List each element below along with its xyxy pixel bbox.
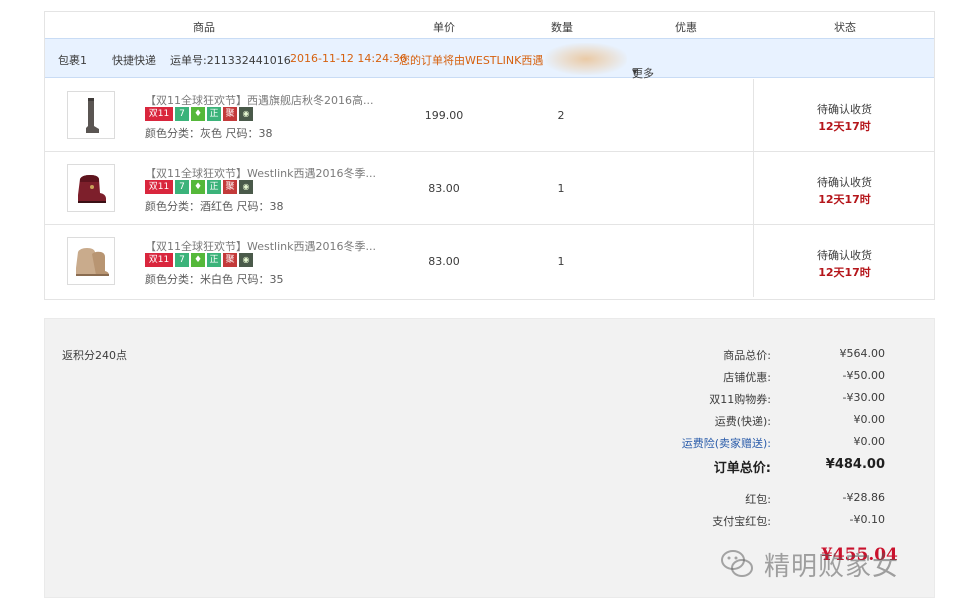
product-image-tall-gray-boot[interactable]	[67, 91, 115, 139]
package-name: 包裹1	[58, 54, 87, 67]
summary-label: 双11购物券:	[709, 393, 771, 406]
summary-row-shipping: 运费(快递): ¥0.00	[605, 413, 885, 429]
summary-label: 订单总价:	[713, 461, 771, 476]
double11-tag: 双11	[145, 253, 173, 267]
summary-row-goods-total: 商品总价: ¥564.00	[605, 347, 885, 363]
summary-row-red-packet: 红包: -¥28.86	[605, 491, 885, 507]
wechat-icon	[721, 550, 753, 577]
quantity: 2	[557, 109, 565, 122]
table-row: 【双11全球狂欢节】西遇旗舰店秋冬2016高... 双11 7 ♦ 正 聚 ◉ …	[45, 79, 934, 152]
summary-label: 商品总价:	[723, 349, 771, 362]
redacted-blur	[545, 43, 627, 75]
juhuasuan-tag: 聚	[223, 107, 237, 121]
genuine-tag: 正	[207, 253, 221, 267]
juhuasuan-tag: 聚	[223, 253, 237, 267]
time-remaining: 12天17时	[818, 266, 871, 279]
unit-price: 199.00	[424, 109, 464, 122]
order-status: 待确认收货	[817, 103, 872, 116]
order-status: 待确认收货	[817, 249, 872, 262]
product-attrs: 颜色分类：米白色 尺码：35	[145, 273, 284, 286]
double11-tag: 双11	[145, 180, 173, 194]
product-title[interactable]: 【双11全球狂欢节】西遇旗舰店秋冬2016高...	[145, 92, 373, 108]
reward-points: 返积分240点	[62, 349, 127, 362]
header-quantity: 数量	[551, 21, 573, 34]
chevron-down-icon: ▾	[632, 65, 638, 78]
summary-value: ¥0.00	[853, 413, 886, 426]
summary-value: -¥50.00	[842, 369, 885, 382]
unit-price: 83.00	[428, 255, 460, 268]
double11-tag: 双11	[145, 107, 173, 121]
header-unit-price: 单价	[433, 21, 455, 34]
status-cell: 待确认收货 12天17时	[753, 152, 934, 224]
header-status: 状态	[834, 21, 856, 34]
promo-tags: 双11 7 ♦ 正 聚 ◉	[145, 107, 253, 121]
summary-value: -¥28.86	[842, 491, 885, 504]
time-remaining: 12天17时	[818, 193, 871, 206]
order-status: 待确认收货	[817, 176, 872, 189]
summary-value: ¥0.00	[853, 435, 886, 448]
product-image-wine-red-snow-boot[interactable]	[67, 164, 115, 212]
watermark-text: 精明败家女	[764, 551, 900, 582]
quantity: 1	[557, 182, 565, 195]
table-row: 【双11全球狂欢节】Westlink西遇2016冬季... 双11 7 ♦ 正 …	[45, 152, 934, 225]
promo-tags: 双11 7 ♦ 正 聚 ◉	[145, 180, 253, 194]
juhuasuan-tag: 聚	[223, 180, 237, 194]
time-remaining: 12天17时	[818, 120, 871, 133]
status-cell: 待确认收货 12天17时	[753, 79, 934, 151]
product-title[interactable]: 【双11全球狂欢节】Westlink西遇2016冬季...	[145, 165, 376, 181]
summary-row-shop-discount: 店铺优惠: -¥50.00	[605, 369, 885, 385]
summary-label: 店铺优惠:	[723, 371, 771, 384]
summary-value: ¥484.00	[825, 457, 885, 472]
table-row: 【双11全球狂欢节】Westlink西遇2016冬季... 双11 7 ♦ 正 …	[45, 225, 934, 298]
tmall-cat-icon: ◉	[239, 180, 253, 194]
header-product: 商品	[193, 21, 215, 34]
genuine-tag: 正	[207, 107, 221, 121]
shipping-insurance-link[interactable]: 运费险(卖家赠送):	[682, 435, 771, 451]
table-header: 商品 单价 数量 优惠 状态	[45, 12, 934, 38]
product-attrs: 颜色分类：灰色 尺码：38	[145, 127, 273, 140]
insurance-icon: ♦	[191, 107, 205, 121]
summary-value: ¥564.00	[839, 347, 886, 360]
product-image-beige-snow-boot[interactable]	[67, 237, 115, 285]
summary-label: 红包:	[745, 493, 771, 506]
summary-row-alipay-red-packet: 支付宝红包: -¥0.10	[605, 513, 885, 529]
package-message: 您的订单将由WESTLINK西遇	[399, 54, 544, 67]
summary-label: 运费(快递):	[714, 415, 771, 428]
summary-row-shipping-insurance: 运费险(卖家赠送): ¥0.00	[605, 435, 885, 451]
watermark: 精明败家女	[720, 544, 899, 584]
package-carrier: 快捷快递	[112, 54, 156, 67]
genuine-tag: 正	[207, 180, 221, 194]
seven-day-return-tag: 7	[175, 253, 189, 267]
tmall-cat-icon: ◉	[239, 253, 253, 267]
seven-day-return-tag: 7	[175, 107, 189, 121]
package-bar: 包裹1 快捷快递 运单号:211332441016 2016-11-12 14:…	[45, 38, 934, 80]
summary-row-order-total: 订单总价: ¥484.00	[605, 457, 885, 476]
order-table: 商品 单价 数量 优惠 状态 包裹1 快捷快递 运单号:211332441016…	[44, 11, 935, 300]
insurance-icon: ♦	[191, 180, 205, 194]
summary-value: -¥30.00	[842, 391, 885, 404]
promo-tags: 双11 7 ♦ 正 聚 ◉	[145, 253, 253, 267]
package-timestamp: 2016-11-12 14:24:36	[290, 52, 407, 65]
product-title[interactable]: 【双11全球狂欢节】Westlink西遇2016冬季...	[145, 238, 376, 254]
insurance-icon: ♦	[191, 253, 205, 267]
status-cell: 待确认收货 12天17时	[753, 225, 934, 297]
header-discount: 优惠	[675, 21, 697, 34]
product-attrs: 颜色分类：酒红色 尺码：38	[145, 200, 284, 213]
quantity: 1	[557, 255, 565, 268]
tmall-cat-icon: ◉	[239, 107, 253, 121]
tracking-number[interactable]: 运单号:211332441016	[170, 52, 291, 68]
summary-row-coupon: 双11购物券: -¥30.00	[605, 391, 885, 407]
unit-price: 83.00	[428, 182, 460, 195]
seven-day-return-tag: 7	[175, 180, 189, 194]
summary-value: -¥0.10	[849, 513, 885, 526]
summary-label: 支付宝红包:	[712, 515, 771, 528]
